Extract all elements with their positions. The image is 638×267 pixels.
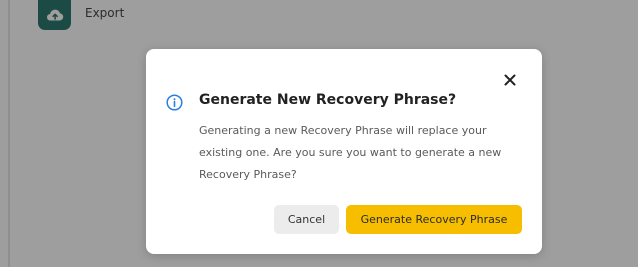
cancel-button[interactable]: Cancel: [274, 205, 339, 234]
close-button[interactable]: [499, 69, 521, 91]
info-icon: [166, 94, 183, 111]
dialog-message: Generating a new Recovery Phrase will re…: [199, 124, 502, 181]
close-icon: [504, 74, 516, 86]
confirm-dialog: Generate New Recovery Phrase? Generating…: [146, 49, 542, 254]
generate-recovery-phrase-button[interactable]: Generate Recovery Phrase: [346, 205, 522, 234]
dialog-title: Generate New Recovery Phrase?: [199, 92, 457, 108]
